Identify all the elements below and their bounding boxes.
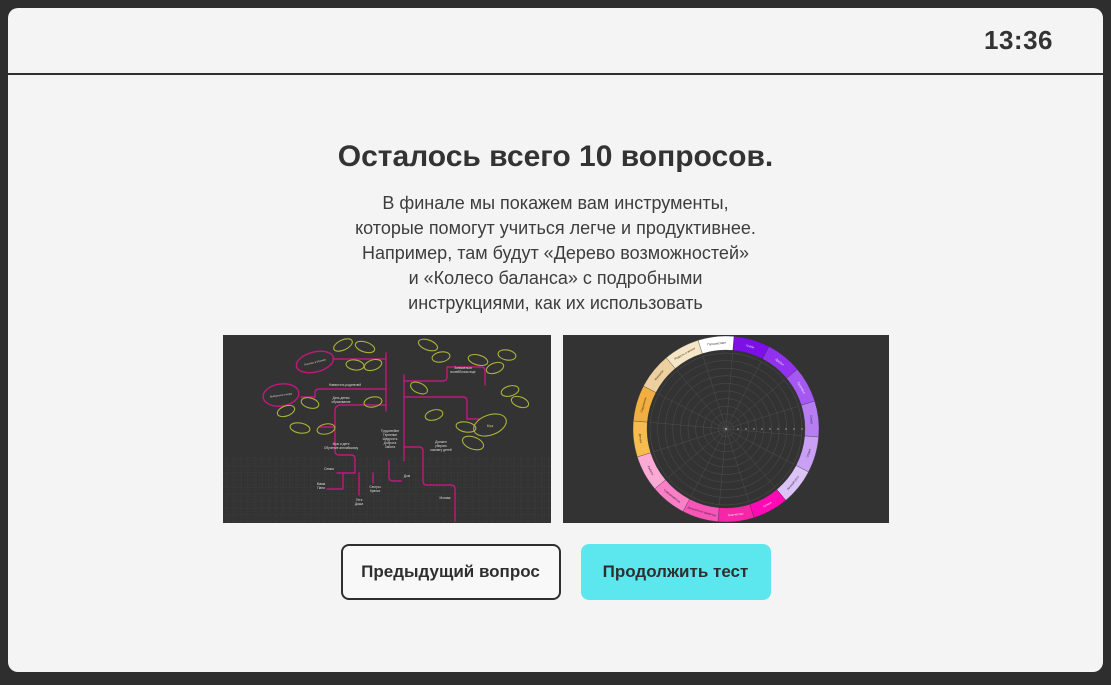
wheel-of-balance-image: Путешествия ХоббиДрузьяЗдоровьеСпортОтдых… — [562, 335, 889, 523]
previous-question-button[interactable]: Предыдущий вопрос — [340, 544, 561, 600]
tree-of-possibilities-image: Поехать в Италию Выбраться к морю Навест… — [222, 335, 551, 523]
tree-label: волейболом еще — [450, 370, 475, 374]
tree-label: Муж — [486, 424, 493, 428]
page-description: В финале мы покажем вам инструменты, кот… — [355, 193, 756, 313]
app-window: 13:36 Осталось всего 10 вопросов. В фина… — [0, 0, 1111, 685]
actions-row: Предыдущий вопрос Продолжить тест — [8, 544, 1103, 600]
header-bar: 13:36 — [8, 8, 1103, 75]
page-title: Осталось всего 10 вопросов. — [337, 140, 774, 173]
tree-label: Москва — [439, 496, 450, 500]
tree-label: комнату детей — [430, 448, 452, 452]
tree-label: Семья — [324, 467, 334, 471]
tree-label: Папа — [317, 486, 325, 490]
tree-label: образование — [331, 400, 350, 404]
tree-label: братья — [369, 489, 379, 493]
tree-label: Даша — [354, 502, 362, 506]
tree-label: Обучение английскому — [323, 446, 358, 450]
tool-previews-row: Поехать в Италию Выбраться к морю Навест… — [8, 335, 1103, 523]
tree-label: Навестить родителей — [329, 383, 361, 387]
clock: 13:36 — [984, 25, 1053, 55]
tree-label: Дом — [403, 474, 409, 478]
tree-label: Забота — [384, 445, 395, 449]
continue-test-button[interactable]: Продолжить тест — [580, 544, 771, 600]
quiz-panel: 13:36 Осталось всего 10 вопросов. В фина… — [8, 8, 1103, 672]
content-area: Осталось всего 10 вопросов. В финале мы … — [8, 139, 1103, 600]
